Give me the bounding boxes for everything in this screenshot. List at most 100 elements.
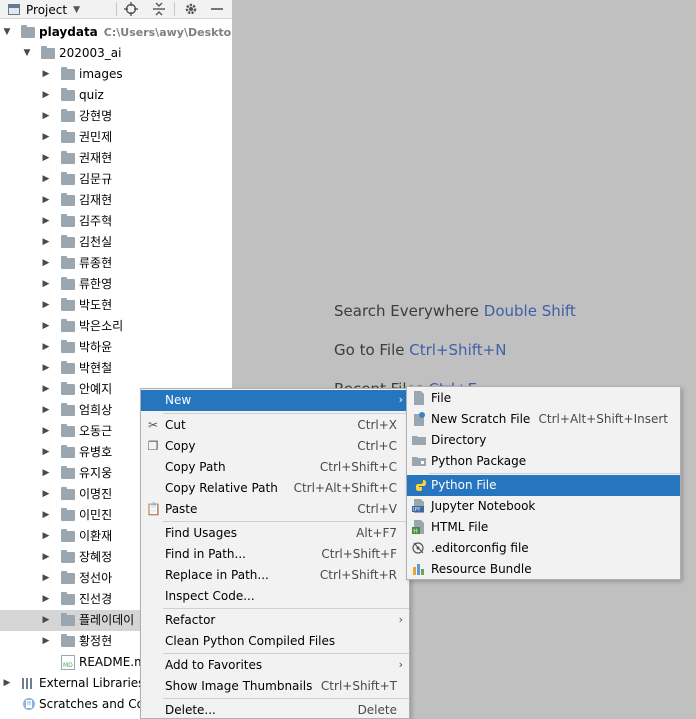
menu-item-cut[interactable]: ✂ Cut Ctrl+X <box>141 415 409 436</box>
submenu-item-directory[interactable]: Directory <box>407 430 680 451</box>
tree-folder-item[interactable]: ▶ 박현철 <box>0 358 232 379</box>
menu-item-paste[interactable]: 📋 Paste Ctrl+V <box>141 499 409 520</box>
tree-folder-label: 진선경 <box>79 592 113 606</box>
chevron-down-icon[interactable]: ▼ <box>2 26 12 38</box>
chevron-right-icon[interactable]: ▶ <box>41 593 51 605</box>
submenu-item-python-file[interactable]: Python File <box>407 475 680 496</box>
menu-item-copy-path[interactable]: Copy Path Ctrl+Shift+C <box>141 457 409 478</box>
chevron-down-icon[interactable]: ▼ <box>22 47 32 59</box>
chevron-right-icon[interactable]: ▶ <box>41 551 51 563</box>
submenu-item-resource-bundle[interactable]: Resource Bundle <box>407 559 680 580</box>
menu-item-shortcut: Ctrl+V <box>357 502 397 516</box>
tree-folder-item[interactable]: ▶ 박하윤 <box>0 337 232 358</box>
chevron-right-icon[interactable]: ▶ <box>41 530 51 542</box>
menu-item-show-thumbnails[interactable]: Show Image Thumbnails Ctrl+Shift+T <box>141 676 409 697</box>
folder-icon <box>61 151 75 164</box>
chevron-right-icon[interactable]: ▶ <box>41 320 51 332</box>
menu-item-delete[interactable]: Delete... Delete <box>141 700 409 719</box>
submenu-item-html[interactable]: H HTML File <box>407 517 680 538</box>
minimize-icon[interactable] <box>208 1 226 17</box>
chevron-right-icon[interactable]: ▶ <box>41 467 51 479</box>
chevron-right-icon[interactable]: ▶ <box>41 362 51 374</box>
chevron-right-icon[interactable]: ▶ <box>41 635 51 647</box>
hint-shortcut: Ctrl+Shift+N <box>409 341 507 359</box>
menu-item-clean-compiled[interactable]: Clean Python Compiled Files <box>141 631 409 652</box>
tree-folder-item[interactable]: ▶ 권민제 <box>0 127 232 148</box>
folder-icon <box>61 529 75 542</box>
tree-root-playdata[interactable]: ▼ playdata C:\Users\awy\Desktop\ <box>0 22 243 43</box>
library-icon <box>22 678 36 689</box>
tree-folder-label: 202003_ai <box>59 46 122 60</box>
tree-folder-item[interactable]: ▶ images <box>0 64 232 85</box>
menu-item-find-in-path[interactable]: Find in Path... Ctrl+Shift+F <box>141 544 409 565</box>
menu-item-label: Add to Favorites <box>165 658 263 672</box>
tree-folder-item[interactable]: ▶ 김문규 <box>0 169 232 190</box>
chevron-right-icon[interactable]: ▶ <box>41 194 51 206</box>
chevron-right-icon[interactable]: ▶ <box>41 404 51 416</box>
tree-folder-202003-ai[interactable]: ▼ 202003_ai <box>0 43 232 64</box>
chevron-right-icon[interactable]: ▶ <box>41 446 51 458</box>
chevron-right-icon[interactable]: ▶ <box>41 152 51 164</box>
dropdown-icon: ▼ <box>73 4 80 15</box>
menu-item-add-favorites[interactable]: Add to Favorites › <box>141 655 409 676</box>
chevron-right-icon[interactable]: ▶ <box>41 236 51 248</box>
tree-folder-item[interactable]: ▶ 강현명 <box>0 106 232 127</box>
tree-folder-item[interactable]: ▶ 김주혁 <box>0 211 232 232</box>
menu-item-label: Copy Relative Path <box>165 481 278 495</box>
window-icon <box>8 4 20 15</box>
chevron-right-icon[interactable]: ▶ <box>41 173 51 185</box>
tree-folder-label: 김천실 <box>79 235 113 249</box>
menu-item-find-usages[interactable]: Find Usages Alt+F7 <box>141 523 409 544</box>
menu-item-copy[interactable]: ❐ Copy Ctrl+C <box>141 436 409 457</box>
chevron-right-icon[interactable]: ▶ <box>41 425 51 437</box>
menu-item-label: Find in Path... <box>165 547 246 561</box>
submenu-item-python-package[interactable]: Python Package <box>407 451 680 472</box>
chevron-right-icon[interactable]: ▶ <box>41 383 51 395</box>
tree-folder-item[interactable]: ▶ 김재현 <box>0 190 232 211</box>
chevron-right-icon[interactable]: ▶ <box>41 488 51 500</box>
menu-item-inspect-code[interactable]: Inspect Code... <box>141 586 409 607</box>
submenu-item-file[interactable]: File <box>407 388 680 409</box>
tree-folder-item[interactable]: ▶ 김천실 <box>0 232 232 253</box>
folder-icon <box>61 256 75 269</box>
submenu-item-editorconfig[interactable]: .editorconfig file <box>407 538 680 559</box>
chevron-right-icon: › <box>398 393 403 406</box>
tree-folder-item[interactable]: ▶ quiz <box>0 85 232 106</box>
tree-folder-item[interactable]: ▶ 박도현 <box>0 295 232 316</box>
menu-item-refactor[interactable]: Refactor › <box>141 610 409 631</box>
tree-folder-item[interactable]: ▶ 권재현 <box>0 148 232 169</box>
chevron-right-icon[interactable]: ▶ <box>41 89 51 101</box>
chevron-right-icon[interactable]: ▶ <box>41 299 51 311</box>
tree-folder-label: 김주혁 <box>79 214 113 228</box>
chevron-right-icon[interactable]: ▶ <box>41 110 51 122</box>
menu-item-replace-in-path[interactable]: Replace in Path... Ctrl+Shift+R <box>141 565 409 586</box>
menu-item-copy-relative-path[interactable]: Copy Relative Path Ctrl+Alt+Shift+C <box>141 478 409 499</box>
chevron-right-icon[interactable]: ▶ <box>2 677 12 689</box>
menu-item-new[interactable]: New › <box>141 390 409 411</box>
collapse-icon[interactable] <box>150 1 168 17</box>
chevron-right-icon[interactable]: ▶ <box>41 68 51 80</box>
chevron-right-icon[interactable]: ▶ <box>41 278 51 290</box>
project-view-selector[interactable]: Project ▼ <box>8 2 80 17</box>
scissors-icon: ✂ <box>147 418 159 432</box>
chevron-right-icon[interactable]: ▶ <box>41 572 51 584</box>
tree-folder-item[interactable]: ▶ 류종현 <box>0 253 232 274</box>
context-menu: New › ✂ Cut Ctrl+X ❐ Copy Ctrl+C Copy Pa… <box>140 388 410 719</box>
chevron-right-icon[interactable]: ▶ <box>41 341 51 353</box>
tree-folder-label: images <box>79 67 123 81</box>
chevron-right-icon[interactable]: ▶ <box>41 509 51 521</box>
tree-folder-label: 유지웅 <box>79 466 113 480</box>
submenu-item-jupyter[interactable]: IPY Jupyter Notebook <box>407 496 680 517</box>
chevron-right-icon[interactable]: ▶ <box>41 257 51 269</box>
chevron-right-icon[interactable]: ▶ <box>41 614 51 626</box>
target-icon[interactable] <box>122 1 140 17</box>
tree-folder-item[interactable]: ▶ 류한영 <box>0 274 232 295</box>
menu-item-label: New <box>165 393 192 407</box>
hint-search-everywhere: Search Everywhere Double Shift <box>334 302 576 320</box>
chevron-right-icon[interactable]: ▶ <box>41 131 51 143</box>
gear-icon[interactable] <box>182 1 200 17</box>
submenu-item-new-scratch[interactable]: New Scratch File Ctrl+Alt+Shift+Insert <box>407 409 680 430</box>
chevron-right-icon[interactable]: ▶ <box>41 215 51 227</box>
tree-folder-label: 장혜정 <box>79 550 113 564</box>
tree-folder-item[interactable]: ▶ 박은소리 <box>0 316 232 337</box>
